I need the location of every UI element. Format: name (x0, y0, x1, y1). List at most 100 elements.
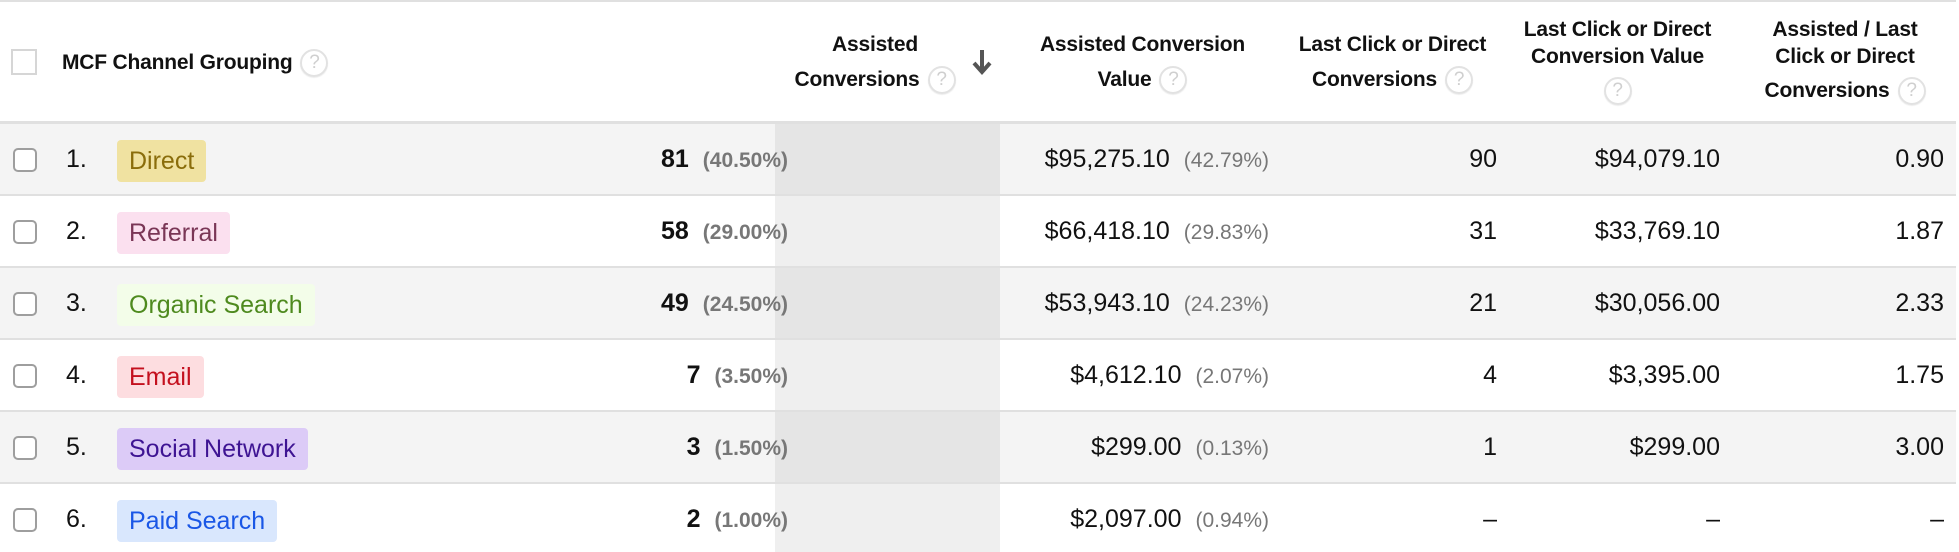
sorted-column-highlight (775, 124, 1000, 194)
column-label-line1: Assisted (832, 32, 918, 56)
help-icon[interactable]: ? (1159, 66, 1188, 95)
row-index: 4. (66, 361, 87, 389)
assisted-conversion-value: $66,418.10 (1044, 217, 1170, 245)
channel-badge[interactable]: Organic Search (117, 284, 315, 326)
row-checkbox[interactable] (13, 436, 37, 460)
help-icon[interactable]: ? (1603, 77, 1632, 106)
column-header-mcf-channel-grouping[interactable]: MCF Channel Grouping ? (62, 2, 329, 123)
assisted-conversion-value: $2,097.00 (1070, 505, 1182, 533)
sorted-column-highlight (775, 196, 1000, 266)
column-label-line2: Conversion Value (1530, 45, 1705, 69)
column-label-line1: Assisted Conversion (1039, 32, 1246, 56)
row-checkbox[interactable] (13, 148, 37, 172)
assisted-conversions-percent: (24.50%) (702, 293, 788, 316)
mcf-assisted-conversions-table: MCF Channel Grouping ? Assisted Conversi… (0, 0, 1956, 552)
assisted-conversion-value-percent: (0.94%) (1195, 509, 1269, 532)
assisted-last-click-ratio-cell: 0.90 (1895, 145, 1944, 173)
sorted-column-highlight (775, 268, 1000, 338)
assisted-last-click-ratio-cell: 1.87 (1895, 217, 1944, 245)
channel-badge[interactable]: Paid Search (117, 500, 278, 542)
column-label-line2: Conversions (1312, 67, 1437, 91)
sort-descending-arrow-icon[interactable] (970, 48, 994, 76)
column-header-assisted-conversions[interactable]: Assisted Conversions? (780, 2, 970, 123)
last-click-conversion-value-cell: $30,056.00 (1594, 289, 1720, 317)
assisted-conversions-value: 3 (686, 433, 701, 461)
last-click-conversions-cell: 90 (1469, 145, 1497, 173)
assisted-conversion-value-percent: (0.13%) (1195, 437, 1269, 460)
assisted-conversions-value: 49 (660, 289, 689, 317)
assisted-conversions-cell: 2 (1.00%) (687, 484, 788, 552)
assisted-conversions-value: 81 (660, 145, 689, 173)
assisted-conversion-value-cell: $95,275.10 (42.79%) (1045, 124, 1269, 194)
last-click-conversions-cell: – (1483, 505, 1497, 533)
row-index: 1. (66, 145, 87, 173)
assisted-conversion-value-cell: $2,097.00 (0.94%) (1070, 484, 1269, 552)
table-row[interactable]: 4. Email 7 (3.50%) $4,612.10 (2.07%) 4 $3,… (0, 340, 1956, 412)
column-header-last-click-conversions[interactable]: Last Click or Direct Conversions? (1285, 2, 1500, 123)
assisted-conversions-cell: 3 (1.50%) (687, 412, 788, 482)
assisted-conversion-value: $4,612.10 (1070, 361, 1182, 389)
row-checkbox[interactable] (13, 220, 37, 244)
table-header: MCF Channel Grouping ? Assisted Conversi… (0, 0, 1956, 124)
help-icon[interactable]: ? (1897, 77, 1926, 106)
assisted-last-click-ratio-cell: – (1930, 505, 1944, 533)
help-icon[interactable]: ? (1445, 66, 1473, 95)
assisted-conversions-value: 58 (660, 217, 689, 245)
last-click-conversion-value-cell: – (1706, 505, 1720, 533)
last-click-conversion-value-cell: $3,395.00 (1608, 361, 1720, 389)
table-row[interactable]: 2. Referral 58 (29.00%) $66,418.10 (29.83%… (0, 196, 1956, 268)
assisted-conversions-percent: (29.00%) (702, 221, 788, 244)
channel-badge[interactable]: Social Network (117, 428, 308, 470)
column-label-line2: Value (1097, 67, 1152, 91)
table-row[interactable]: 6. Paid Search 2 (1.00%) $2,097.00 (0.94%)… (0, 484, 1956, 552)
table-row[interactable]: 3. Organic Search 49 (24.50%) $53,943.10 (… (0, 268, 1956, 340)
channel-badge[interactable]: Direct (117, 140, 207, 182)
assisted-conversion-value-cell: $4,612.10 (2.07%) (1070, 340, 1269, 410)
column-label-line3: Conversions (1764, 78, 1890, 102)
sorted-column-highlight (775, 412, 1000, 482)
assisted-conversion-value: $299.00 (1091, 433, 1182, 461)
column-label-line1: Last Click or Direct (1523, 18, 1712, 41)
column-header-assisted-last-click-ratio[interactable]: Assisted / Last Click or Direct Conversi… (1740, 2, 1950, 123)
help-icon[interactable]: ? (300, 48, 329, 77)
assisted-last-click-ratio-cell: 1.75 (1895, 361, 1944, 389)
help-icon[interactable]: ? (927, 66, 956, 95)
last-click-conversion-value-cell: $33,769.10 (1594, 217, 1720, 245)
table-row[interactable]: 5. Social Network 3 (1.50%) $299.00 (0.13%… (0, 412, 1956, 484)
row-checkbox[interactable] (13, 292, 37, 316)
select-all-checkbox[interactable] (11, 49, 37, 75)
row-checkbox[interactable] (13, 508, 37, 532)
channel-badge[interactable]: Email (117, 356, 204, 398)
last-click-conversion-value-cell: $94,079.10 (1594, 145, 1720, 173)
assisted-conversions-value: 7 (686, 361, 701, 389)
row-checkbox[interactable] (13, 364, 37, 388)
table-row[interactable]: 1. Direct 81 (40.50%) $95,275.10 (42.79%) … (0, 124, 1956, 196)
column-label: MCF Channel Grouping (62, 50, 293, 74)
assisted-conversion-value-percent: (24.23%) (1183, 293, 1269, 316)
row-index: 5. (66, 433, 87, 461)
assisted-conversions-cell: 49 (24.50%) (661, 268, 788, 338)
row-index: 2. (66, 217, 87, 245)
row-index: 3. (66, 289, 87, 317)
sorted-column-highlight (775, 340, 1000, 410)
assisted-conversions-percent: (1.00%) (714, 509, 788, 532)
assisted-conversion-value-percent: (29.83%) (1183, 221, 1269, 244)
row-index: 6. (66, 505, 87, 533)
column-label-line1: Assisted / Last (1772, 18, 1918, 41)
assisted-conversion-value-percent: (2.07%) (1195, 365, 1269, 388)
assisted-conversions-percent: (3.50%) (714, 365, 788, 388)
channel-badge[interactable]: Referral (117, 212, 230, 254)
assisted-conversion-value-percent: (42.79%) (1183, 149, 1269, 172)
column-label-line2: Click or Direct (1775, 45, 1915, 69)
assisted-conversion-value-cell: $299.00 (0.13%) (1091, 412, 1269, 482)
last-click-conversions-cell: 31 (1469, 217, 1497, 245)
assisted-conversion-value: $53,943.10 (1044, 289, 1170, 317)
assisted-conversions-cell: 81 (40.50%) (661, 124, 788, 194)
column-header-last-click-conversion-value[interactable]: Last Click or Direct Conversion Value ? (1505, 2, 1730, 123)
assisted-last-click-ratio-cell: 3.00 (1895, 433, 1944, 461)
last-click-conversions-cell: 1 (1483, 433, 1497, 461)
column-header-assisted-conversion-value[interactable]: Assisted Conversion Value? (1010, 2, 1275, 123)
assisted-conversions-percent: (40.50%) (702, 149, 788, 172)
assisted-conversion-value-cell: $66,418.10 (29.83%) (1045, 196, 1269, 266)
sorted-column-highlight (775, 484, 1000, 552)
